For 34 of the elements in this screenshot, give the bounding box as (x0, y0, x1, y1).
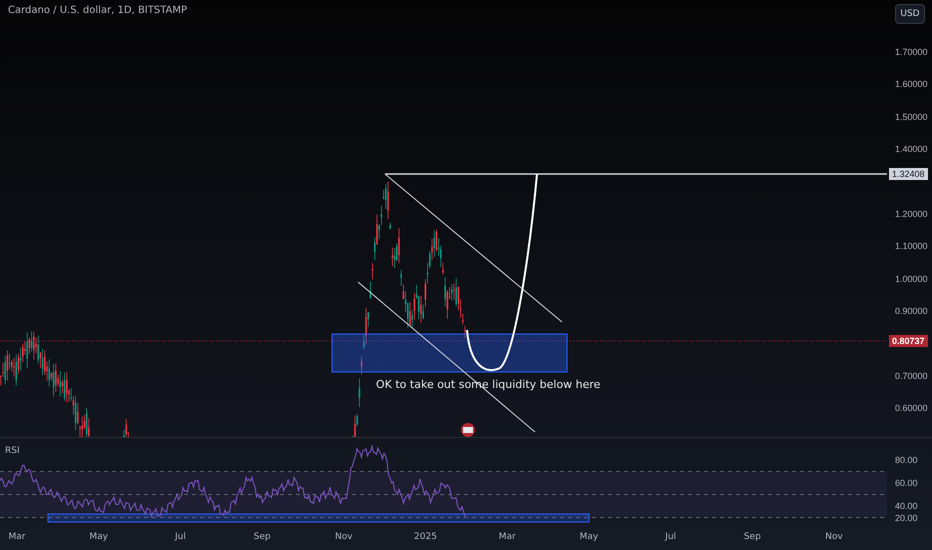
price-label: 0.60000 (895, 402, 928, 413)
price-label: 1.70000 (895, 47, 928, 57)
price-tag: 0.80737 (889, 335, 928, 347)
zone-rectangle[interactable] (332, 334, 568, 372)
symbol-title: Cardano / U.S. dollar, 1D, BITSTAMP (8, 5, 188, 16)
date-label: Nov (335, 532, 353, 542)
currency-button[interactable]: USD (895, 4, 925, 24)
price-label: 1.10000 (895, 241, 928, 252)
price-label: 0.70000 (895, 370, 928, 381)
date-label: May (89, 532, 108, 542)
rsi-label: 20.00 (895, 513, 918, 523)
date-label: 2025 (414, 532, 437, 542)
date-label: Nov (825, 532, 843, 542)
price-label: 1.40000 (895, 144, 928, 154)
date-label: Jul (665, 532, 676, 542)
date-label: Mar (498, 532, 516, 542)
date-label: Sep (744, 532, 761, 542)
date-label: Mar (8, 532, 26, 542)
trend-line[interactable] (358, 282, 536, 432)
price-tag: 1.32408 (889, 168, 928, 180)
rsi-label: 60.00 (895, 478, 918, 488)
projection-curve[interactable] (466, 174, 538, 372)
price-label: 1.50000 (895, 112, 928, 122)
trend-line[interactable] (384, 174, 562, 322)
rsi-label: 40.00 (895, 501, 918, 511)
price-label: 1.20000 (895, 208, 928, 219)
date-label: May (580, 532, 598, 542)
date-label: Sep (254, 532, 271, 542)
date-label: Jul (174, 532, 186, 542)
price-label: 0.90000 (895, 306, 928, 316)
price-label: 1.60000 (895, 79, 928, 90)
rsi-label: 80.00 (895, 455, 918, 465)
price-label: 1.00000 (895, 274, 928, 284)
indicator-title: RSI (5, 446, 20, 456)
